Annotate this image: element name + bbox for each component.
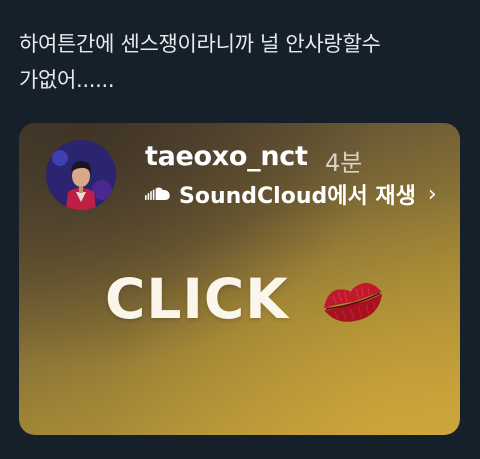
soundcloud-link[interactable]: SoundCloud에서 재생 › [145,179,437,209]
story-username[interactable]: taeoxo_nct [145,141,308,172]
soundcloud-icon [145,187,170,200]
tweet-media-card[interactable]: taeoxo_nct 4분 SoundCloud에서 재생 › CLICK [19,123,460,435]
click-sticker-text: CLICK [105,267,289,331]
story-time-ago: 4분 [325,149,363,177]
profile-photo-icon [46,140,116,210]
tweet-text: 하여튼간에 센스쟁이라니까 널 안사랑할수 가없어...... [19,32,381,92]
kiss-mark-icon [319,275,387,327]
chevron-right-icon: › [427,181,437,207]
music-source-label: SoundCloud에서 재생 [179,184,416,209]
avatar[interactable] [46,140,116,210]
